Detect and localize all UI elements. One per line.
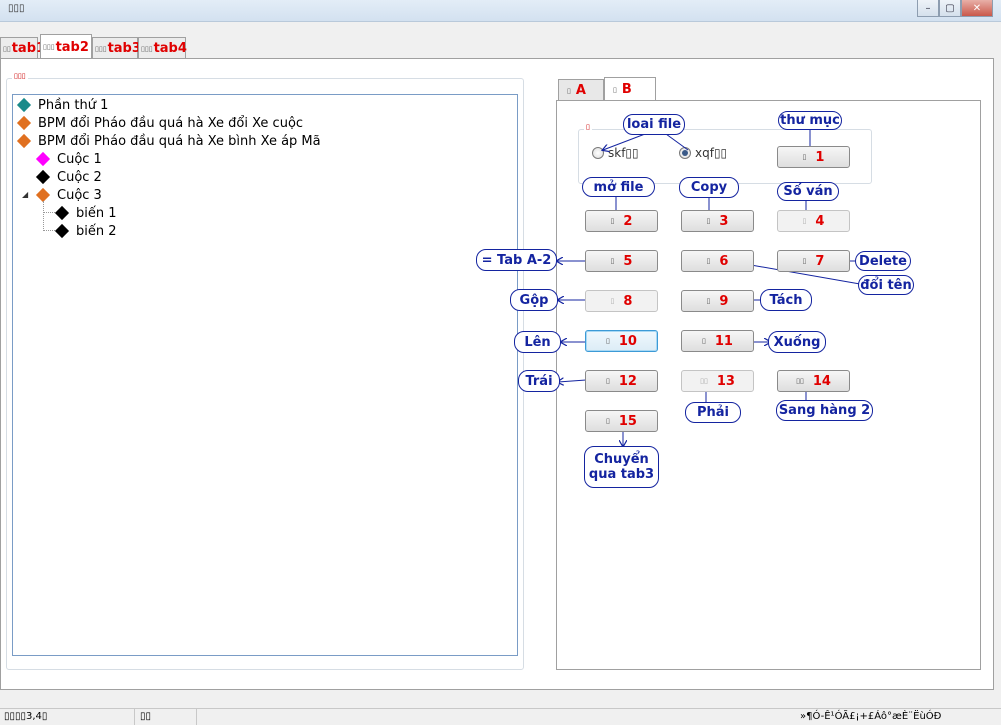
callout-mo-file: mở file: [582, 177, 655, 197]
status-bar: ▯▯▯▯3,4▯ ▯▯ »¶Ó-Ê¹ÓÃ£¡+£Áô°æÈ¨ËùÓÐ: [0, 708, 1001, 725]
button-glyph: ▯: [802, 217, 807, 225]
button-4[interactable]: ▯ 4: [777, 210, 850, 232]
button-number: 6: [719, 253, 729, 269]
button-2[interactable]: ▯ 2: [585, 210, 658, 232]
button-number: 1: [815, 149, 825, 165]
button-glyph: ▯: [802, 153, 807, 161]
button-glyph: ▯: [706, 217, 711, 225]
callout-copy: Copy: [679, 177, 739, 198]
button-glyph: ▯: [610, 297, 615, 305]
button-number: 7: [815, 253, 825, 269]
callout-line: qua tab3: [588, 467, 655, 482]
button-11[interactable]: ▯ 11: [681, 330, 754, 352]
button-number: 8: [623, 293, 633, 309]
button-10[interactable]: ▯ 10: [585, 330, 658, 352]
callout-doi-ten: đổi tên: [858, 275, 914, 295]
callout-trai: Trái: [518, 370, 560, 392]
button-number: 13: [716, 373, 735, 389]
button-number: 15: [618, 413, 637, 429]
button-13[interactable]: ▯▯ 13: [681, 370, 754, 392]
button-1[interactable]: ▯ 1: [777, 146, 850, 168]
button-glyph: ▯: [606, 337, 610, 345]
button-number: 9: [719, 293, 729, 309]
button-8[interactable]: ▯ 8: [585, 290, 658, 312]
callout-delete: Delete: [855, 251, 911, 271]
status-right: »¶Ó-Ê¹ÓÃ£¡+£Áô°æÈ¨ËùÓÐ: [800, 711, 942, 722]
status-divider: [134, 709, 135, 725]
callout-so-van: Số ván: [777, 182, 839, 201]
button-glyph: ▯: [702, 337, 706, 345]
callout-tab-a2: = Tab A-2: [476, 249, 557, 271]
callout-tach: Tách: [760, 289, 812, 311]
status-left: ▯▯▯▯3,4▯: [4, 711, 48, 722]
status-middle: ▯▯: [140, 711, 152, 722]
button-9[interactable]: ▯ 9: [681, 290, 754, 312]
button-number: 2: [623, 213, 633, 229]
callout-sang-hang-2: Sang hàng 2: [776, 400, 873, 421]
button-glyph: ▯: [706, 297, 711, 305]
callout-phai: Phải: [685, 402, 741, 423]
annotation-arrows: [0, 130, 861, 725]
button-number: 12: [618, 373, 637, 389]
button-number: 4: [815, 213, 825, 229]
callout-line: Chuyển: [594, 452, 649, 467]
callout-gop: Gộp: [510, 289, 558, 311]
button-6[interactable]: ▯ 6: [681, 250, 754, 272]
button-15[interactable]: ▯ 15: [585, 410, 658, 432]
button-glyph: ▯▯: [796, 377, 804, 385]
button-12[interactable]: ▯ 12: [585, 370, 658, 392]
callout-chuyen-qua-tab3: Chuyển qua tab3: [584, 446, 659, 488]
button-14[interactable]: ▯▯ 14: [777, 370, 850, 392]
status-divider: [196, 709, 197, 725]
button-glyph: ▯: [706, 257, 711, 265]
button-number: 5: [623, 253, 633, 269]
button-glyph: ▯: [610, 217, 615, 225]
callout-loai-file: loai file: [623, 114, 685, 135]
button-glyph: ▯: [606, 377, 610, 385]
button-glyph: ▯▯: [700, 377, 708, 385]
button-5[interactable]: ▯ 5: [585, 250, 658, 272]
button-7[interactable]: ▯ 7: [777, 250, 850, 272]
button-glyph: ▯: [802, 257, 807, 265]
button-number: 10: [618, 333, 637, 349]
callout-len: Lên: [514, 331, 561, 353]
button-number: 11: [714, 333, 733, 349]
button-number: 3: [719, 213, 729, 229]
button-glyph: ▯: [606, 417, 610, 425]
button-glyph: ▯: [610, 257, 615, 265]
button-3[interactable]: ▯ 3: [681, 210, 754, 232]
callout-thu-muc: thư mục: [778, 111, 842, 130]
callout-xuong: Xuống: [768, 331, 826, 353]
button-number: 14: [812, 373, 831, 389]
